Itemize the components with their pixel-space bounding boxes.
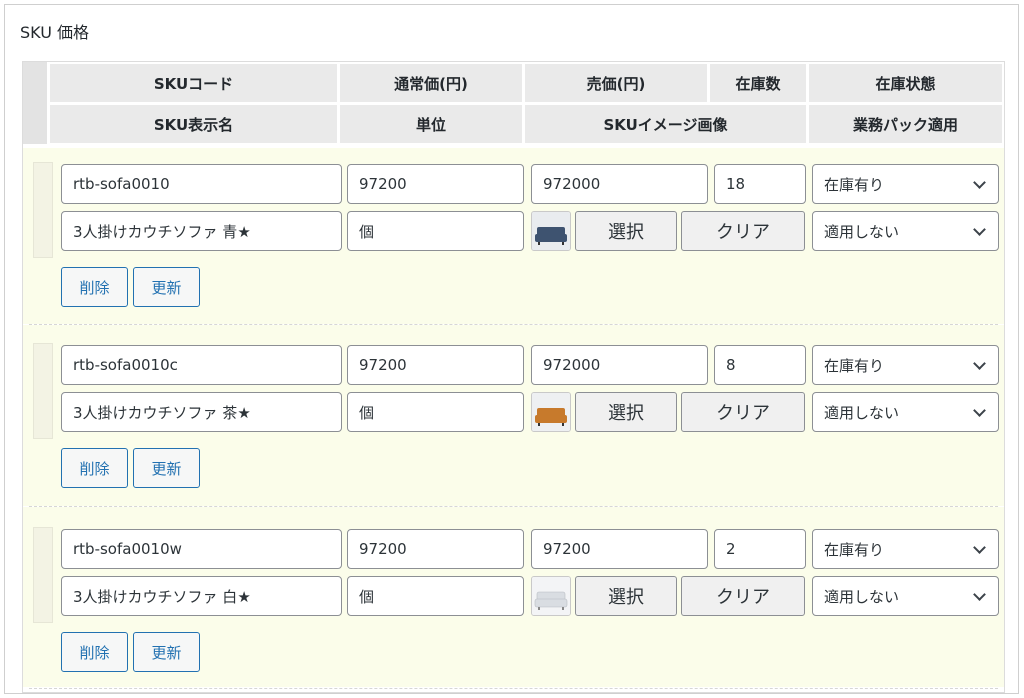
- stock-status-value: 在庫有り: [824, 356, 885, 375]
- stock-status-value: 在庫有り: [824, 540, 885, 559]
- stock-input[interactable]: 8: [714, 345, 806, 385]
- sale-price-input[interactable]: 97200: [531, 529, 708, 569]
- regular-price-input[interactable]: 97200: [347, 345, 524, 385]
- clear-image-button[interactable]: クリア: [681, 576, 805, 616]
- delete-button[interactable]: 削除: [61, 267, 128, 307]
- row-drag-handle[interactable]: [33, 162, 53, 258]
- sku-image-thumbnail: [531, 392, 571, 432]
- clear-image-button[interactable]: クリア: [681, 392, 805, 432]
- update-button[interactable]: 更新: [133, 267, 200, 307]
- sku-name-input[interactable]: 3人掛けカウチソファ 青★: [61, 211, 342, 251]
- stock-status-select[interactable]: 在庫有り: [812, 345, 999, 385]
- select-image-button[interactable]: 選択: [575, 392, 677, 432]
- sku-name-input[interactable]: 3人掛けカウチソファ 白★: [61, 576, 342, 616]
- header-stock-status: 在庫状態: [809, 64, 1002, 102]
- sofa-image-icon: [532, 393, 570, 431]
- clear-image-button[interactable]: クリア: [681, 211, 805, 251]
- business-pack-value: 適用しない: [824, 587, 900, 606]
- header-sku-name: SKU表示名: [50, 105, 337, 143]
- business-pack-select[interactable]: 適用しない: [812, 576, 999, 616]
- stock-status-select[interactable]: 在庫有り: [812, 164, 999, 204]
- chevron-down-icon: [973, 223, 986, 236]
- panel-title: SKU 価格: [20, 23, 90, 42]
- row-drag-handle[interactable]: [33, 343, 53, 439]
- header-business-pack: 業務パック適用: [809, 105, 1002, 143]
- sale-price-input[interactable]: 972000: [531, 345, 708, 385]
- row-drag-handle[interactable]: [33, 527, 53, 623]
- sofa-image-icon: [532, 212, 570, 250]
- business-pack-select[interactable]: 適用しない: [812, 211, 999, 251]
- delete-button[interactable]: 削除: [61, 632, 128, 672]
- unit-input[interactable]: 個: [347, 392, 524, 432]
- header-unit: 単位: [340, 105, 522, 143]
- sku-code-input[interactable]: rtb-sofa0010w: [61, 529, 342, 569]
- header-sale-price: 売価(円): [525, 64, 707, 102]
- regular-price-input[interactable]: 97200: [347, 529, 524, 569]
- sku-image-thumbnail: [531, 576, 571, 616]
- stock-status-select[interactable]: 在庫有り: [812, 529, 999, 569]
- select-image-button[interactable]: 選択: [575, 576, 677, 616]
- sku-code-input[interactable]: rtb-sofa0010: [61, 164, 342, 204]
- stock-input[interactable]: 2: [714, 529, 806, 569]
- sku-block: rtb-sofa0010 97200 972000 18 在庫有り 3人掛けカウ…: [23, 148, 1004, 324]
- business-pack-value: 適用しない: [824, 403, 900, 422]
- sku-price-panel: SKU 価格 SKUコード 通常価(円) 売価(円) 在庫数 在庫状態 SKU表…: [4, 4, 1019, 694]
- block-divider: [29, 688, 998, 689]
- update-button[interactable]: 更新: [133, 448, 200, 488]
- chevron-down-icon: [973, 588, 986, 601]
- stock-status-value: 在庫有り: [824, 175, 885, 194]
- sku-name-input[interactable]: 3人掛けカウチソファ 茶★: [61, 392, 342, 432]
- unit-input[interactable]: 個: [347, 211, 524, 251]
- delete-button[interactable]: 削除: [61, 448, 128, 488]
- select-image-button[interactable]: 選択: [575, 211, 677, 251]
- sku-code-input[interactable]: rtb-sofa0010c: [61, 345, 342, 385]
- sale-price-input[interactable]: 972000: [531, 164, 708, 204]
- unit-input[interactable]: 個: [347, 576, 524, 616]
- chevron-down-icon: [973, 176, 986, 189]
- header-sku-image: SKUイメージ画像: [525, 105, 806, 143]
- chevron-down-icon: [973, 404, 986, 417]
- chevron-down-icon: [973, 541, 986, 554]
- sofa-image-icon: [532, 577, 570, 615]
- chevron-down-icon: [973, 357, 986, 370]
- business-pack-select[interactable]: 適用しない: [812, 392, 999, 432]
- header-sku-code: SKUコード: [50, 64, 337, 102]
- sku-block: rtb-sofa0010w 97200 97200 2 在庫有り 3人掛けカウチ…: [23, 507, 1004, 687]
- stock-input[interactable]: 18: [714, 164, 806, 204]
- header-stock: 在庫数: [710, 64, 806, 102]
- sku-table: SKUコード 通常価(円) 売価(円) 在庫数 在庫状態 SKU表示名 単位 S…: [22, 61, 1005, 693]
- business-pack-value: 適用しない: [824, 222, 900, 241]
- sku-image-thumbnail: [531, 211, 571, 251]
- regular-price-input[interactable]: 97200: [347, 164, 524, 204]
- header-regular-price: 通常価(円): [340, 64, 522, 102]
- sku-block: rtb-sofa0010c 97200 972000 8 在庫有り 3人掛けカウ…: [23, 325, 1004, 506]
- header-gutter: [23, 62, 47, 144]
- update-button[interactable]: 更新: [133, 632, 200, 672]
